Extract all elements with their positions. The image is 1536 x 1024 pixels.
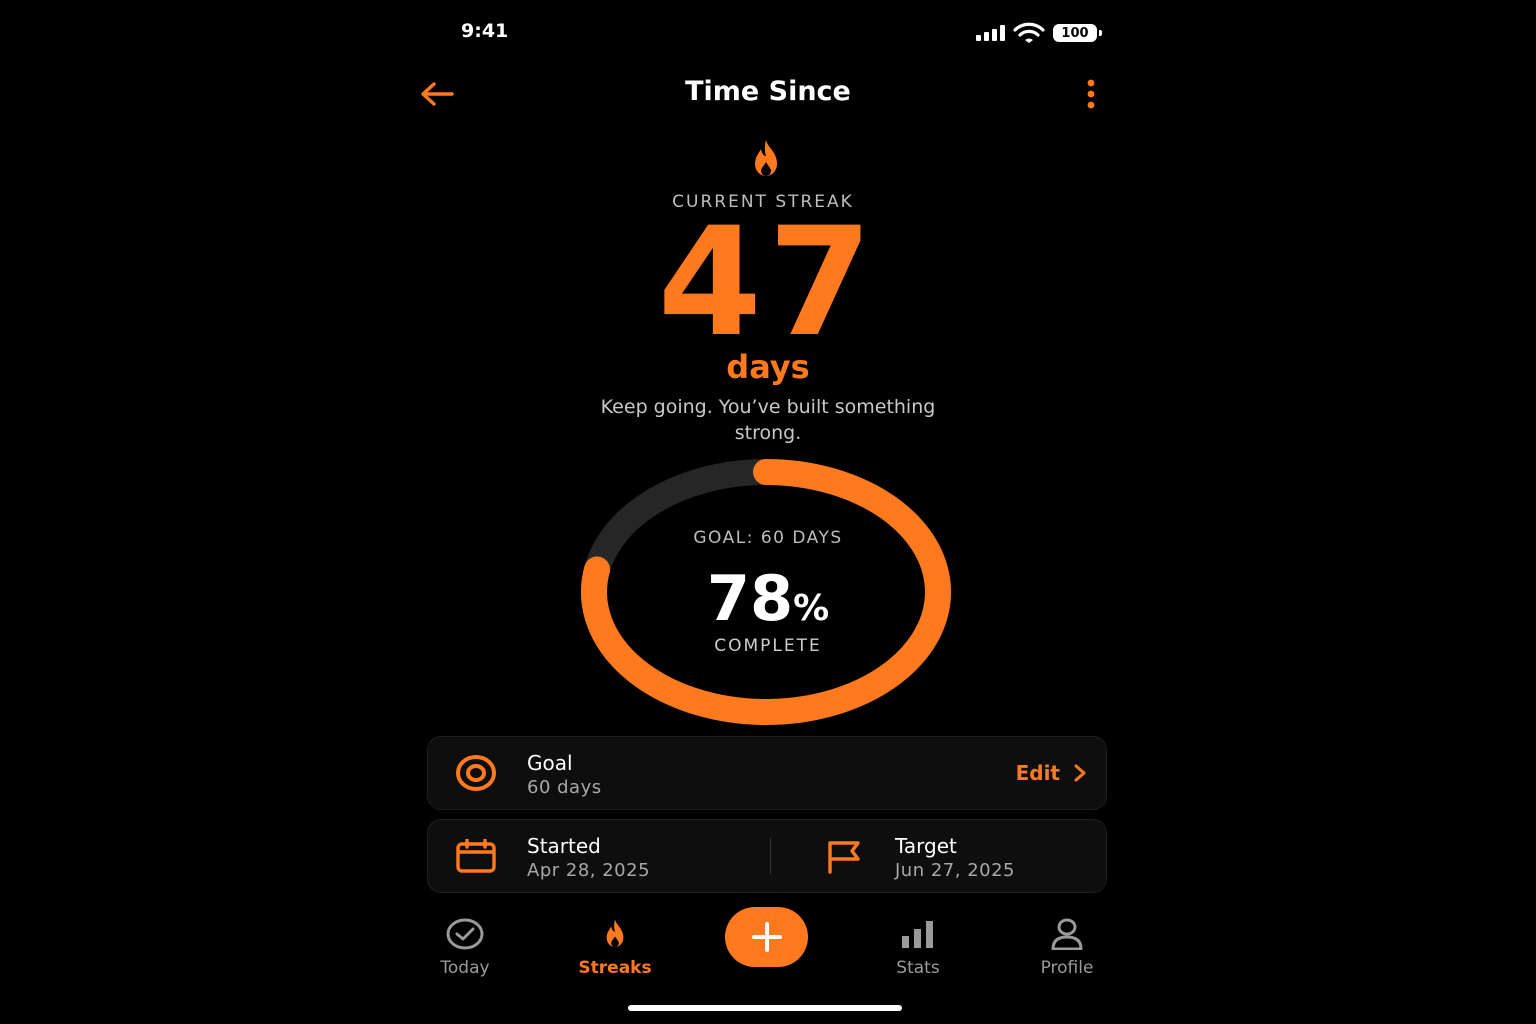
- battery-level: 100: [1061, 25, 1089, 41]
- started-title: Started: [527, 834, 601, 858]
- tab-label-stats: Stats: [896, 958, 940, 978]
- more-options-button[interactable]: [1076, 74, 1106, 114]
- streak-count: 47: [657, 196, 879, 370]
- cellular-signal-icon: [976, 25, 1005, 41]
- flame-icon: [606, 919, 624, 947]
- status-time: 9:41: [461, 20, 509, 42]
- percent-complete: 78%: [568, 562, 968, 635]
- complete-caption: COMPLETE: [714, 636, 822, 656]
- bar-chart-icon: [902, 921, 933, 948]
- goal-title: Goal: [527, 751, 573, 775]
- user-icon: [1051, 918, 1083, 951]
- dates-card: Started Apr 28, 2025 Target Jun 27, 2025: [427, 819, 1107, 893]
- flame-icon: [755, 140, 777, 176]
- tab-profile[interactable]: Profile: [1012, 918, 1122, 978]
- tab-stats[interactable]: Stats: [863, 918, 973, 978]
- started-date: Apr 28, 2025: [527, 860, 651, 881]
- time-since-screen: 9:41 100 Time Since CURRENT STREAK 47 da…: [0, 0, 1536, 1024]
- calendar-icon: [456, 839, 496, 873]
- target-title: Target: [895, 834, 957, 858]
- battery-icon: 100: [1053, 24, 1102, 42]
- card-divider: [770, 838, 771, 874]
- streak-unit: days: [726, 348, 810, 386]
- target-icon: [456, 755, 496, 791]
- status-icons: 100: [976, 22, 1102, 44]
- streak-message: Keep going. You’ve built something stron…: [600, 396, 936, 444]
- check-circle-icon: [446, 918, 484, 950]
- arrow-left-icon: [421, 82, 454, 106]
- tab-label-streaks: Streaks: [578, 958, 652, 978]
- page-title: Time Since: [685, 76, 851, 107]
- tab-label-today: Today: [440, 958, 490, 978]
- add-button[interactable]: [725, 907, 808, 967]
- home-indicator: [628, 1005, 902, 1011]
- percent-value: 78: [706, 562, 794, 635]
- goal-value: 60 days: [527, 777, 602, 798]
- more-vertical-icon: [1087, 79, 1095, 109]
- tab-today[interactable]: Today: [410, 918, 520, 978]
- back-button[interactable]: [416, 74, 458, 114]
- edit-goal-button[interactable]: Edit: [1016, 761, 1086, 785]
- tab-streaks[interactable]: Streaks: [560, 918, 670, 978]
- tab-label-profile: Profile: [1040, 958, 1094, 978]
- wifi-icon: [1013, 22, 1045, 43]
- chevron-right-icon: [1074, 764, 1086, 782]
- plus-icon: [751, 922, 782, 952]
- target-date: Jun 27, 2025: [895, 860, 1016, 881]
- flag-icon: [828, 841, 860, 874]
- goal-caption: GOAL: 60 DAYS: [693, 528, 843, 548]
- percent-sign: %: [793, 588, 830, 629]
- goal-card[interactable]: Goal 60 days Edit: [427, 736, 1107, 810]
- edit-label: Edit: [1015, 761, 1060, 785]
